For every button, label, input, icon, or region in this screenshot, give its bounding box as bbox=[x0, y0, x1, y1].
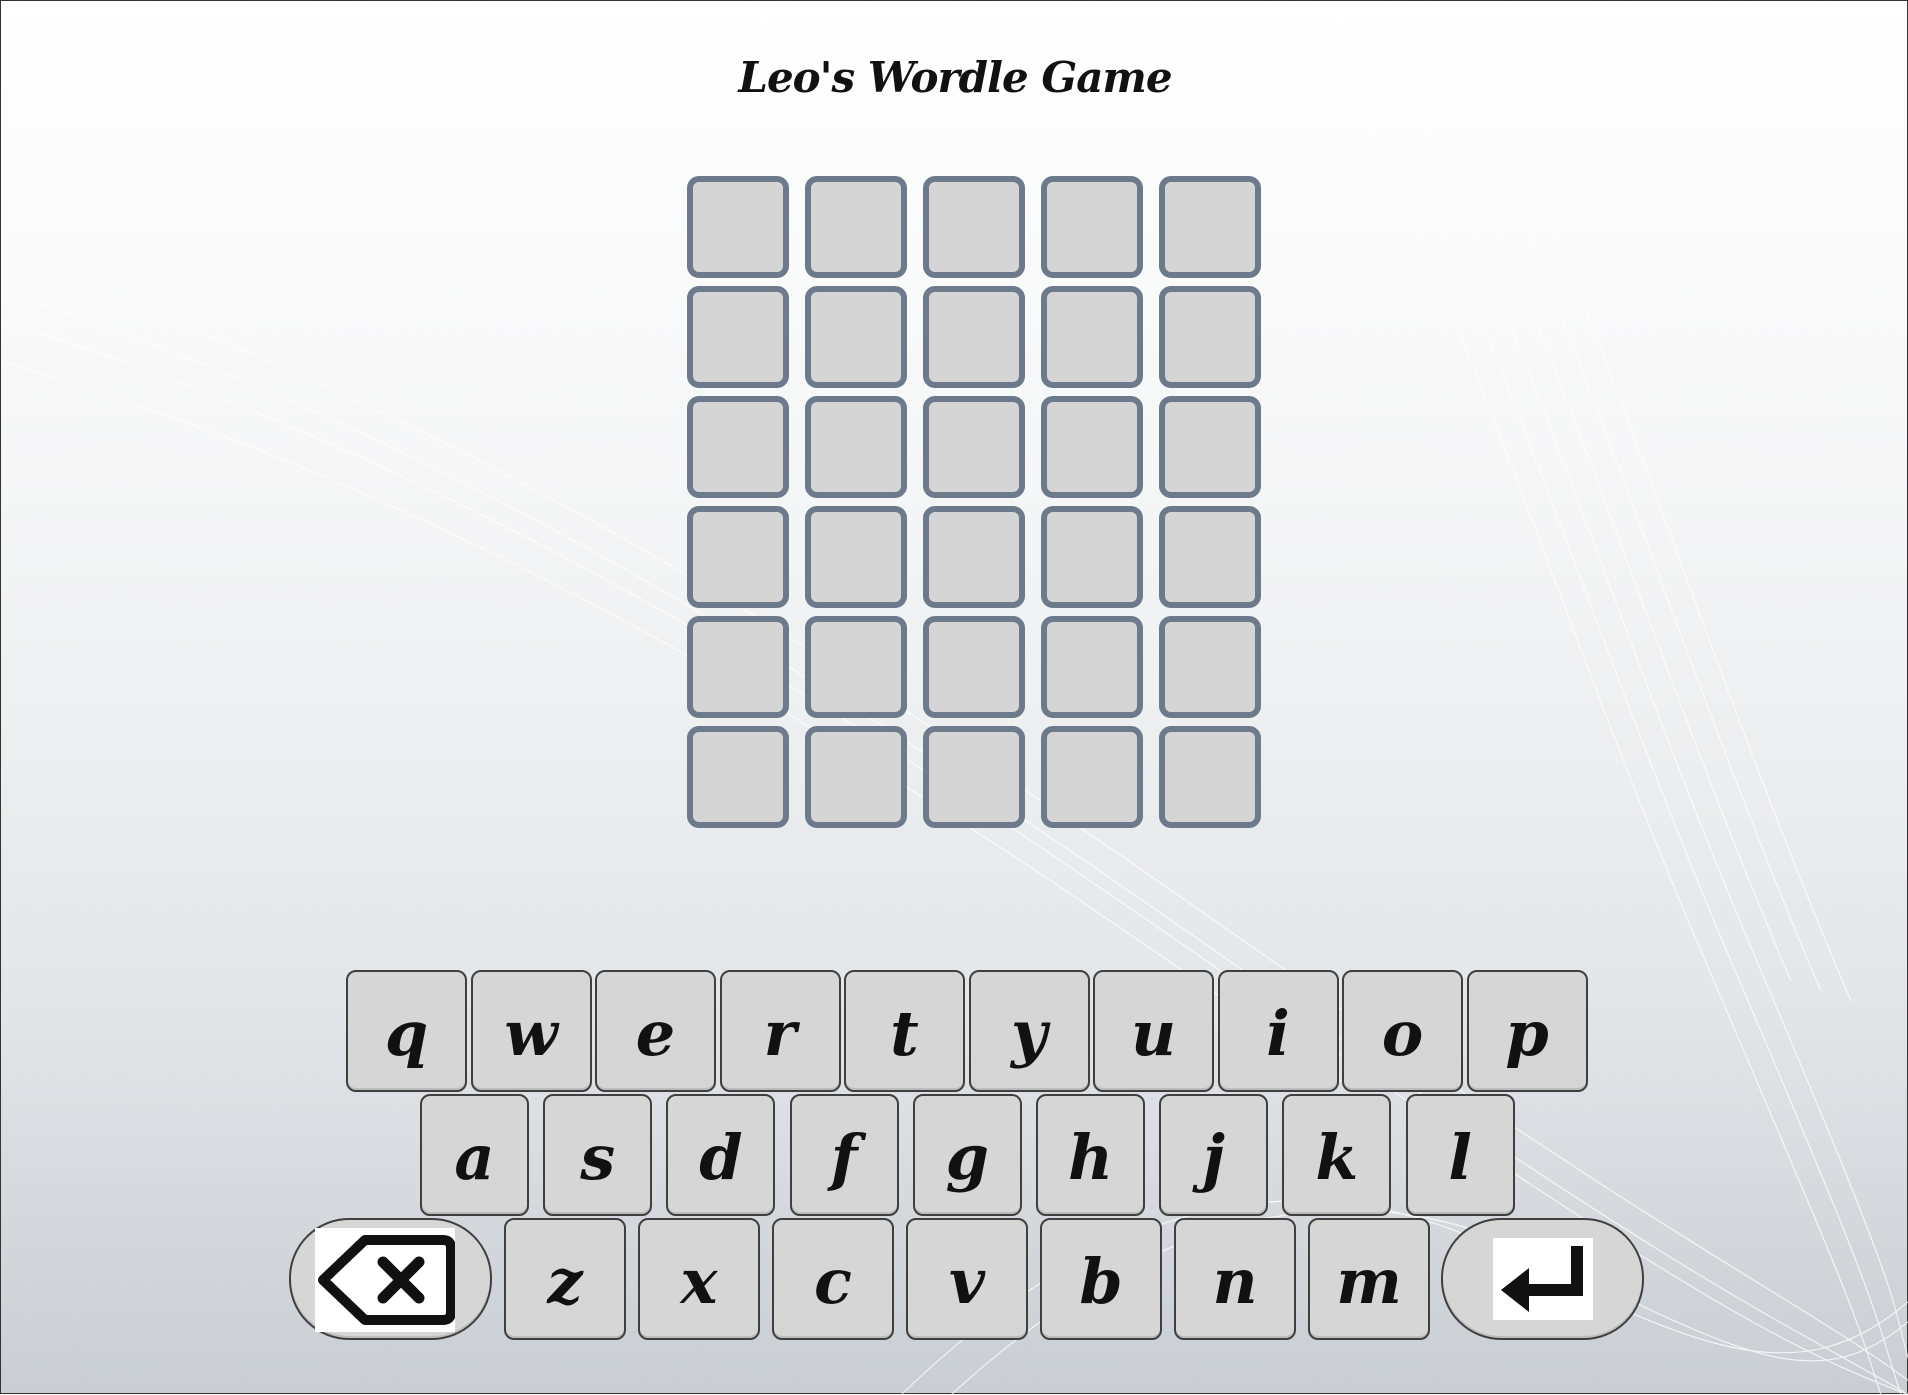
board-tile bbox=[805, 616, 907, 718]
key-label: w bbox=[504, 997, 558, 1070]
key-label: s bbox=[580, 1121, 616, 1194]
board-tile bbox=[805, 506, 907, 608]
enter-key[interactable] bbox=[1441, 1218, 1644, 1340]
key-g[interactable]: g bbox=[912, 1094, 1022, 1216]
key-e[interactable]: e bbox=[595, 970, 716, 1092]
board-tile bbox=[805, 176, 907, 278]
key-t[interactable]: t bbox=[844, 970, 965, 1092]
key-s[interactable]: s bbox=[543, 1094, 653, 1216]
board-tile bbox=[687, 176, 789, 278]
board-tile bbox=[1041, 396, 1143, 498]
page-title: Leo's Wordle Game bbox=[738, 53, 1172, 102]
key-label: a bbox=[454, 1121, 495, 1194]
key-label: g bbox=[945, 1121, 989, 1194]
board-tile bbox=[1159, 286, 1261, 388]
key-label: e bbox=[635, 997, 676, 1070]
key-label: o bbox=[1381, 997, 1424, 1070]
key-label: p bbox=[1505, 997, 1549, 1070]
board-tile bbox=[1159, 176, 1261, 278]
key-a[interactable]: a bbox=[420, 1094, 529, 1216]
key-label: u bbox=[1130, 997, 1177, 1070]
board-tile bbox=[687, 616, 789, 718]
board-tile bbox=[923, 506, 1025, 608]
board-tile bbox=[923, 726, 1025, 828]
board-tile bbox=[1041, 616, 1143, 718]
key-label: q bbox=[384, 997, 429, 1070]
key-label: n bbox=[1212, 1245, 1258, 1318]
board-tile bbox=[805, 286, 907, 388]
key-x[interactable]: x bbox=[638, 1218, 760, 1340]
key-b[interactable]: b bbox=[1040, 1218, 1162, 1340]
key-label: h bbox=[1067, 1121, 1114, 1194]
board-tile bbox=[1041, 176, 1143, 278]
board-tile bbox=[687, 726, 789, 828]
key-label: z bbox=[547, 1245, 583, 1318]
key-f[interactable]: f bbox=[789, 1094, 899, 1216]
board-tile bbox=[1041, 506, 1143, 608]
key-label: d bbox=[699, 1121, 743, 1194]
board-tile bbox=[1041, 286, 1143, 388]
key-j[interactable]: j bbox=[1159, 1094, 1269, 1216]
key-r[interactable]: r bbox=[719, 970, 841, 1092]
key-label: k bbox=[1315, 1121, 1359, 1194]
key-z[interactable]: z bbox=[504, 1218, 626, 1340]
key-label: x bbox=[680, 1245, 718, 1318]
key-p[interactable]: p bbox=[1466, 970, 1588, 1092]
board-tile bbox=[805, 726, 907, 828]
backspace-icon bbox=[315, 1228, 455, 1332]
board-tile bbox=[687, 506, 789, 608]
board-tile bbox=[1159, 726, 1261, 828]
key-label: f bbox=[830, 1121, 858, 1194]
key-label: b bbox=[1079, 1245, 1123, 1318]
board-tile bbox=[923, 616, 1025, 718]
key-w[interactable]: w bbox=[470, 970, 592, 1092]
key-h[interactable]: h bbox=[1036, 1094, 1145, 1216]
key-n[interactable]: n bbox=[1174, 1218, 1296, 1340]
board-tile bbox=[923, 396, 1025, 498]
key-label: r bbox=[763, 997, 797, 1070]
key-label: i bbox=[1266, 997, 1290, 1070]
board-tile bbox=[1159, 396, 1261, 498]
board-tile bbox=[687, 396, 789, 498]
key-k[interactable]: k bbox=[1282, 1094, 1392, 1216]
key-i[interactable]: i bbox=[1217, 970, 1339, 1092]
key-label: y bbox=[1010, 997, 1048, 1070]
board-tile bbox=[923, 176, 1025, 278]
key-y[interactable]: y bbox=[968, 970, 1090, 1092]
board-tile bbox=[687, 286, 789, 388]
board-tile bbox=[1041, 726, 1143, 828]
key-c[interactable]: c bbox=[772, 1218, 894, 1340]
backspace-key[interactable] bbox=[289, 1218, 492, 1340]
game-board bbox=[687, 176, 1261, 828]
key-l[interactable]: l bbox=[1405, 1094, 1515, 1216]
key-m[interactable]: m bbox=[1308, 1218, 1430, 1340]
board-tile bbox=[805, 396, 907, 498]
board-tile bbox=[1159, 616, 1261, 718]
key-label: c bbox=[814, 1245, 852, 1318]
key-u[interactable]: u bbox=[1093, 970, 1214, 1092]
key-q[interactable]: q bbox=[346, 970, 467, 1092]
key-label: m bbox=[1336, 1245, 1402, 1318]
board-tile bbox=[923, 286, 1025, 388]
enter-icon bbox=[1493, 1238, 1593, 1320]
key-label: l bbox=[1448, 1121, 1472, 1194]
key-label: j bbox=[1202, 1121, 1225, 1194]
board-tile bbox=[1159, 506, 1261, 608]
key-label: t bbox=[890, 997, 919, 1070]
key-v[interactable]: v bbox=[906, 1218, 1028, 1340]
key-o[interactable]: o bbox=[1342, 970, 1463, 1092]
key-d[interactable]: d bbox=[666, 1094, 776, 1216]
key-label: v bbox=[948, 1245, 986, 1318]
